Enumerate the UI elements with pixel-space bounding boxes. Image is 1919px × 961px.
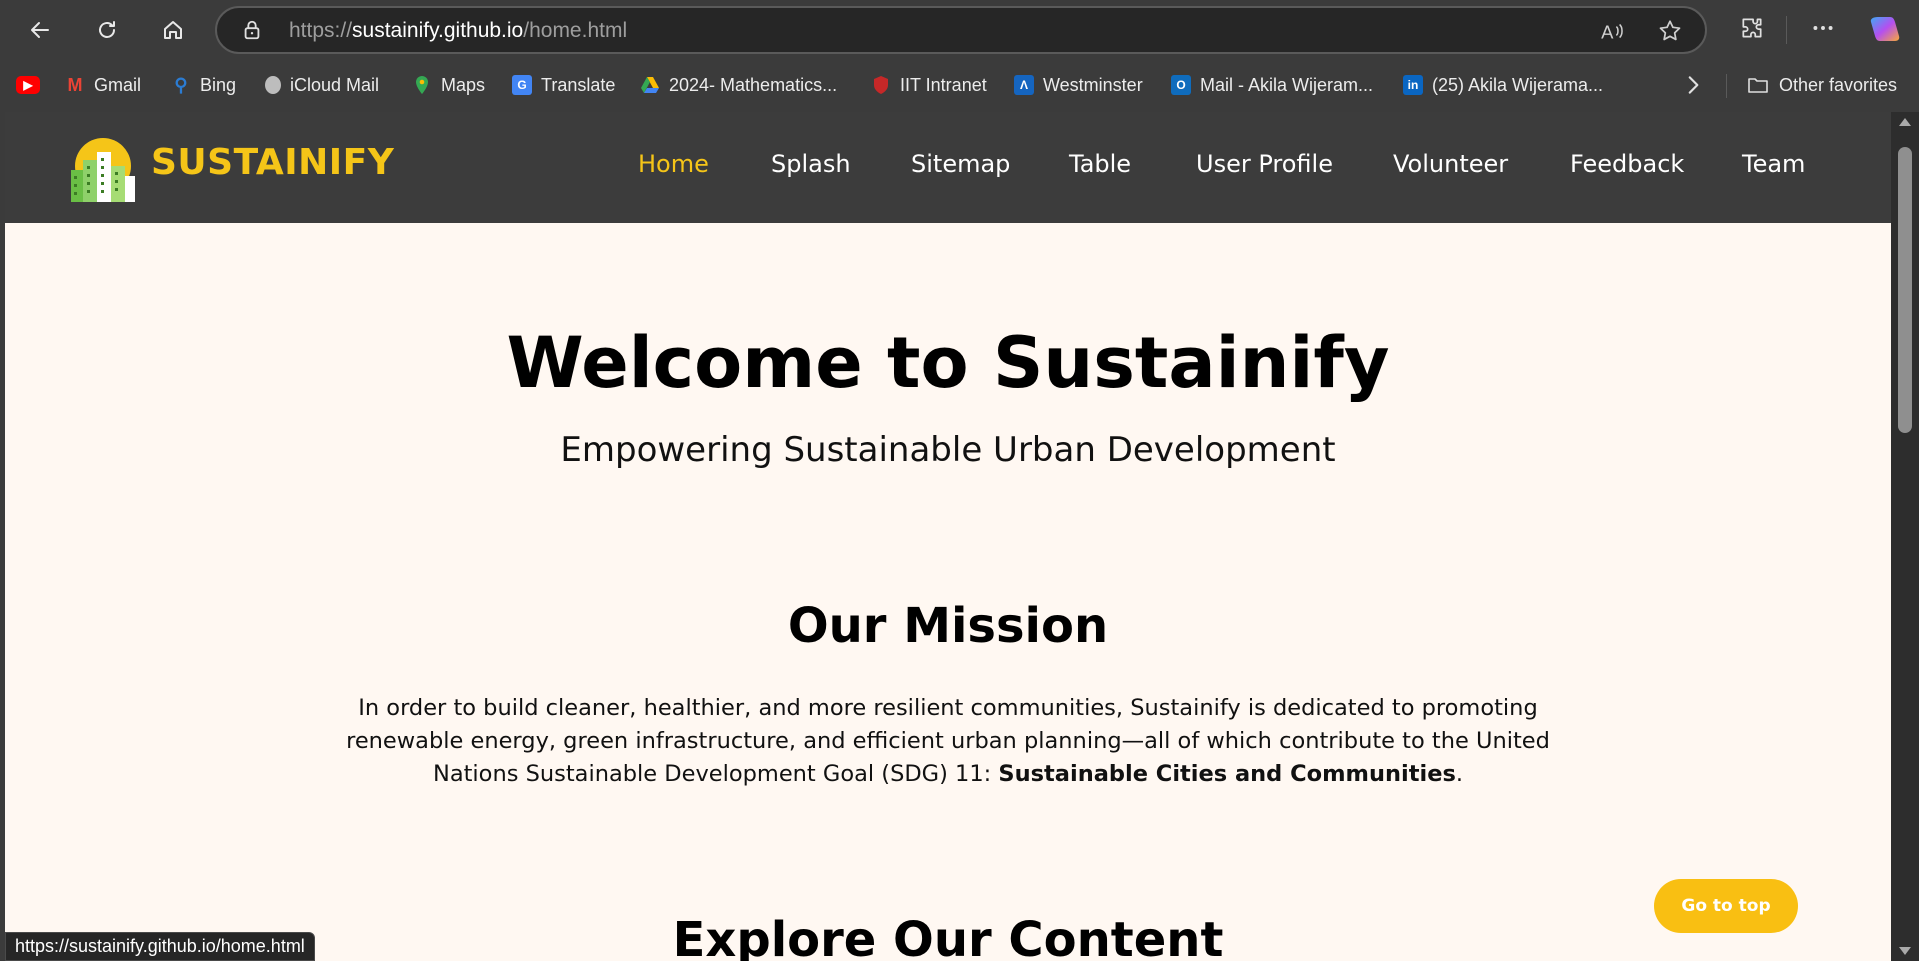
- nav-home[interactable]: Home: [638, 150, 709, 178]
- bookmark-label: (25) Akila Wijerama...: [1432, 74, 1604, 95]
- bookmark-label: Maps: [441, 74, 486, 95]
- puzzle-icon: [1742, 18, 1762, 38]
- copilot-icon: [1870, 17, 1900, 41]
- bookmarks-bar: ▶ M Gmail ⚲ Bing iCloud Mail Maps G Tran…: [0, 60, 1919, 110]
- bookmark-label: Translate: [541, 74, 616, 95]
- url-scheme: https://: [289, 19, 353, 42]
- bookmark-label: iCloud Mail: [290, 74, 380, 95]
- nav-splash[interactable]: Splash: [771, 150, 851, 178]
- reload-icon: [99, 21, 115, 38]
- url-host: sustainify.github.io: [352, 19, 524, 42]
- nav-team[interactable]: Team: [1742, 150, 1805, 178]
- page-scrollbar[interactable]: [1891, 112, 1919, 961]
- site-brand[interactable]: SUSTAINIFY: [151, 142, 394, 183]
- home-button[interactable]: [151, 8, 195, 52]
- nav-feedback[interactable]: Feedback: [1570, 150, 1684, 178]
- bookmarks-separator: [1726, 74, 1727, 98]
- linkedin-icon: in: [1403, 75, 1423, 95]
- bookmark-label: IIT Intranet: [900, 74, 987, 95]
- bookmark-label: Bing: [200, 74, 237, 95]
- mission-text-end: .: [1455, 761, 1464, 787]
- nav-sitemap[interactable]: Sitemap: [911, 150, 1010, 178]
- bookmark-outlook-mail[interactable]: O Mail - Akila Wijeram...: [1171, 72, 1373, 98]
- mission-text: In order to build cleaner, healthier, an…: [345, 692, 1551, 791]
- url-text[interactable]: https://sustainify.github.io/home.html: [289, 19, 627, 43]
- go-to-top-button[interactable]: Go to top: [1654, 879, 1798, 933]
- scroll-thumb[interactable]: [1898, 147, 1912, 433]
- scroll-down-arrow-icon[interactable]: [1899, 947, 1911, 955]
- bookmark-mathematics[interactable]: 2024- Mathematics...: [640, 72, 837, 98]
- nav-user-profile[interactable]: User Profile: [1196, 150, 1333, 178]
- copilot-button[interactable]: [1868, 12, 1902, 46]
- bookmark-iit-intranet[interactable]: IIT Intranet: [871, 72, 987, 98]
- bookmark-label: 2024- Mathematics...: [669, 74, 838, 95]
- bookmark-label: Westminster: [1043, 74, 1143, 95]
- nav-volunteer[interactable]: Volunteer: [1393, 150, 1508, 178]
- reload-button[interactable]: [85, 8, 129, 52]
- bing-search-icon: ⚲: [174, 74, 188, 95]
- bookmark-gmail[interactable]: M Gmail: [65, 72, 142, 98]
- scroll-up-arrow-icon[interactable]: [1899, 118, 1911, 126]
- sdg-goal-name: Sustainable Cities and Communities: [998, 761, 1456, 787]
- bookmark-icloud-mail[interactable]: iCloud Mail: [265, 72, 379, 98]
- hero-subtitle: Empowering Sustainable Urban Development: [560, 430, 1336, 470]
- city-sun-logo[interactable]: [63, 130, 139, 206]
- other-favorites[interactable]: Other favorites: [1746, 72, 1897, 98]
- bookmark-bing[interactable]: ⚲ Bing: [171, 72, 236, 98]
- hero-title: Welcome to Sustainify: [506, 322, 1390, 404]
- browser-toolbar: https://sustainify.github.io/home.html A: [0, 0, 1919, 60]
- lock-icon[interactable]: [241, 19, 263, 41]
- bookmark-label: Gmail: [94, 74, 142, 95]
- maps-pin-icon: [416, 76, 428, 94]
- apple-icon: [265, 76, 281, 94]
- url-path: /home.html: [523, 19, 628, 42]
- outlook-icon: O: [1171, 75, 1191, 95]
- other-favorites-label: Other favorites: [1779, 74, 1898, 95]
- nav-table[interactable]: Table: [1069, 150, 1131, 178]
- mission-title: Our Mission: [787, 598, 1109, 654]
- shield-icon: [874, 76, 888, 94]
- bookmark-westminster[interactable]: Λ Westminster: [1014, 72, 1143, 98]
- bookmark-label: Mail - Akila Wijeram...: [1200, 74, 1374, 95]
- bookmark-translate[interactable]: G Translate: [512, 72, 615, 98]
- svg-text:A: A: [1601, 22, 1614, 43]
- settings-more-button[interactable]: [1808, 13, 1838, 43]
- page-viewport: SUSTAINIFY Home Splash Sitemap Table Use…: [5, 112, 1891, 961]
- westminster-icon: Λ: [1014, 75, 1034, 95]
- more-dots-icon: [1813, 26, 1833, 30]
- chevron-right-icon[interactable]: [1680, 72, 1706, 98]
- bookmark-youtube[interactable]: ▶: [16, 72, 40, 98]
- bookmark-maps[interactable]: Maps: [412, 72, 485, 98]
- extensions-button[interactable]: [1737, 13, 1767, 43]
- toolbar-separator: [1786, 16, 1787, 44]
- folder-icon: [1748, 78, 1768, 93]
- back-button[interactable]: [18, 8, 62, 52]
- favorite-star-icon[interactable]: [1657, 18, 1683, 44]
- back-arrow-icon: [31, 22, 49, 38]
- gmail-icon: M: [67, 74, 83, 95]
- address-bar[interactable]: https://sustainify.github.io/home.html A: [215, 6, 1707, 54]
- link-status-bubble: https://sustainify.github.io/home.html: [5, 932, 315, 961]
- translate-icon: G: [512, 75, 532, 95]
- home-icon: [164, 21, 182, 39]
- site-header: SUSTAINIFY Home Splash Sitemap Table Use…: [5, 112, 1891, 223]
- bookmark-linkedin[interactable]: in (25) Akila Wijerama...: [1403, 72, 1603, 98]
- youtube-icon: ▶: [16, 76, 40, 94]
- drive-icon: [641, 77, 659, 93]
- read-aloud-icon[interactable]: A: [1599, 18, 1625, 44]
